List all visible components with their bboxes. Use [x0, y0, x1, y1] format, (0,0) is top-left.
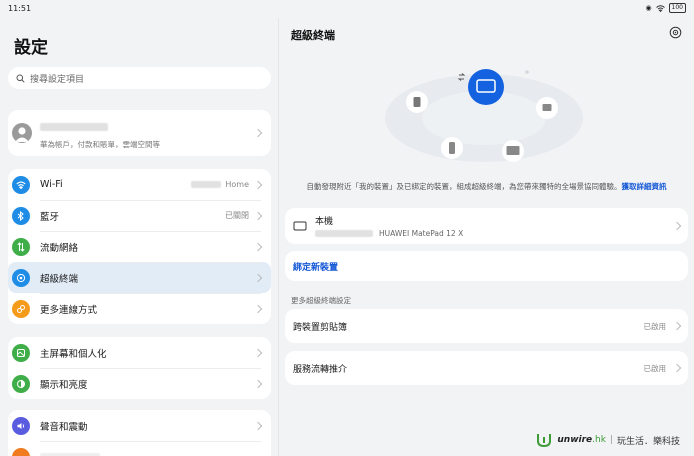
watermark: unwire.hk | 玩生活．樂科技	[535, 432, 680, 448]
super-device-description: 自動發現附近「我的裝置」及已綁定的裝置，組成超級終端，為您帶來獨特的全場景協同體…	[285, 181, 688, 192]
detail-pane: 超級終端 自動發現附近「我的裝置」及已綁定的裝置，組成超級終端，為您帶來獨特的全…	[279, 18, 694, 456]
account-subtitle: 華為帳戶，付款和賬單，雲端空間等	[40, 140, 160, 149]
home-screen-icon	[12, 343, 30, 362]
details-link[interactable]: 獲取詳細資訊	[622, 182, 667, 191]
chevron-right-icon	[253, 273, 263, 282]
description-text: 自動發現附近「我的裝置」及已綁定的裝置，組成超級終端，為您帶來獨特的全場景協同體…	[306, 182, 622, 191]
chevron-right-icon	[672, 221, 682, 231]
sidebar-item-mobile-network[interactable]: 流動網絡	[8, 231, 271, 262]
avatar	[12, 123, 32, 143]
display-group: 主屏幕和個人化 顯示和亮度	[8, 337, 271, 399]
watermark-brand: unwire	[557, 435, 593, 445]
chevron-right-icon	[253, 128, 263, 138]
sidebar-item-notifications[interactable]	[8, 441, 271, 456]
sidebar-item-label: 流動網絡	[40, 242, 79, 254]
wifi-icon	[655, 4, 665, 12]
chevron-right-icon	[253, 242, 263, 251]
device-name-redacted	[315, 230, 373, 237]
super-device-icon	[12, 268, 30, 287]
sidebar-item-label: 聲音和震動	[40, 421, 88, 433]
wifi-ssid-redacted	[191, 181, 222, 188]
watermark-suffix: .hk	[592, 435, 606, 445]
chevron-right-icon	[253, 379, 263, 388]
sidebar-item-cutoff	[40, 452, 100, 456]
brightness-icon	[12, 374, 30, 393]
setting-label: 跨裝置剪貼簿	[293, 322, 348, 333]
sidebar-item-display[interactable]: 顯示和亮度	[8, 368, 271, 399]
wifi-icon	[12, 175, 30, 194]
unwire-logo-icon	[537, 434, 552, 448]
nfc-icon: ◉	[645, 4, 652, 12]
bluetooth-value: 已關閉	[225, 211, 249, 220]
detail-title: 超級終端	[291, 29, 335, 42]
section-header: 更多超級終端設定	[291, 296, 351, 305]
sound-group: 聲音和震動	[8, 410, 271, 456]
local-device-card[interactable]: 本機 HUAWEI MatePad 12 X	[285, 208, 688, 244]
search-input[interactable]: 搜尋設定項目	[8, 67, 271, 89]
account-card[interactable]: 華為帳戶，付款和賬單，雲端空間等	[8, 110, 271, 156]
battery-icon: 100	[668, 3, 686, 13]
chevron-right-icon	[253, 180, 263, 189]
setting-label: 服務流轉推介	[293, 364, 348, 375]
bluetooth-icon	[12, 206, 30, 225]
sidebar-item-sound[interactable]: 聲音和震動	[8, 410, 271, 441]
sidebar-item-more-connections[interactable]: 更多連線方式	[8, 293, 271, 324]
speaker-icon	[12, 416, 30, 435]
search-icon	[16, 74, 25, 83]
link-icon	[12, 299, 30, 318]
page-title: 設定	[14, 38, 48, 58]
bind-new-device-button[interactable]: 綁定新裝置	[285, 251, 688, 281]
notification-icon	[12, 447, 30, 456]
wifi-value: Home	[225, 180, 249, 189]
service-flow-recommendation-row[interactable]: 服務流轉推介 已啟用	[285, 351, 688, 385]
status-time: 11:51	[8, 4, 32, 13]
setting-value: 已啟用	[643, 321, 667, 331]
connectivity-group: Wi-Fi Home 藍牙 已關閉 流動網絡 超級終端 更多連線方式	[8, 169, 271, 324]
bind-new-device-label: 綁定新裝置	[293, 262, 339, 273]
chevron-right-icon	[253, 211, 263, 220]
chevron-right-icon	[253, 421, 263, 430]
sidebar-item-super-device[interactable]: 超級終端	[8, 262, 271, 293]
sidebar-item-label: 藍牙	[40, 211, 60, 223]
search-placeholder: 搜尋設定項目	[30, 74, 85, 85]
watermark-tagline: 玩生活．樂科技	[616, 436, 680, 447]
sidebar-item-label: Wi-Fi	[40, 179, 63, 190]
account-name-redacted	[40, 123, 108, 131]
local-device-label: 本機	[315, 217, 334, 227]
sidebar-item-bluetooth[interactable]: 藍牙 已關閉	[8, 200, 271, 231]
device-settings-icon[interactable]	[669, 26, 682, 39]
hub-device-icon	[468, 69, 504, 105]
chevron-right-icon	[253, 348, 263, 357]
chevron-right-icon	[672, 321, 682, 331]
user-icon	[15, 127, 29, 142]
status-bar: 11:51 ◉ 100	[0, 0, 694, 18]
local-device-model: HUAWEI MatePad 12 X	[379, 229, 464, 238]
sidebar-item-label: 更多連線方式	[40, 304, 98, 316]
status-icons: ◉ 100	[645, 3, 686, 13]
cross-device-clipboard-row[interactable]: 跨裝置剪貼簿 已啟用	[285, 309, 688, 343]
chevron-right-icon	[672, 363, 682, 373]
chevron-right-icon	[253, 304, 263, 313]
super-device-diagram[interactable]	[385, 58, 583, 170]
sidebar-item-label: 超級終端	[40, 273, 79, 285]
sidebar-item-home-screen[interactable]: 主屏幕和個人化	[8, 337, 271, 368]
sidebar-item-label: 主屏幕和個人化	[40, 348, 107, 360]
mobile-data-icon	[12, 237, 30, 256]
sidebar-item-label: 顯示和亮度	[40, 379, 88, 391]
sidebar-item-wifi[interactable]: Wi-Fi Home	[8, 169, 271, 200]
setting-value: 已啟用	[643, 363, 667, 373]
tablet-icon	[293, 221, 307, 231]
